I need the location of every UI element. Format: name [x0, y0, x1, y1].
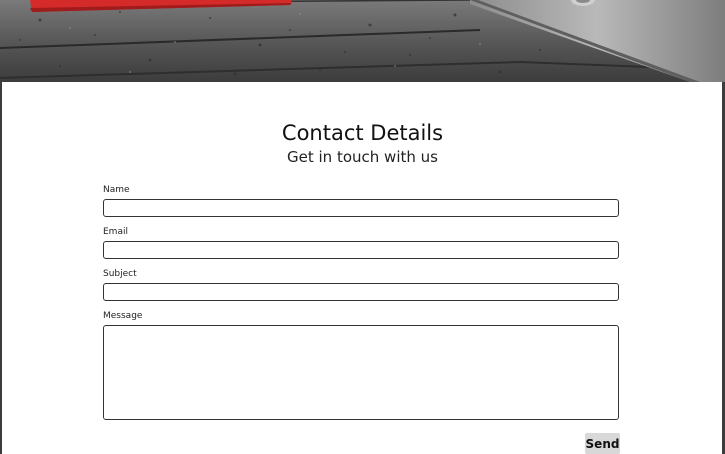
contact-form-section: Contact Details Get in touch with us Nam… [0, 82, 725, 454]
send-button[interactable]: Send [585, 433, 620, 454]
contact-subtitle: Get in touch with us [287, 148, 438, 166]
message-field[interactable] [103, 325, 619, 420]
message-label: Message [103, 311, 143, 321]
hero-photo [0, 0, 725, 82]
subject-label: Subject [103, 269, 137, 279]
subject-field[interactable] [103, 283, 619, 301]
email-field[interactable] [103, 241, 619, 259]
name-label: Name [103, 185, 130, 195]
name-field[interactable] [103, 199, 619, 217]
contact-page: Contact Details Get in touch with us Nam… [0, 0, 725, 454]
contact-title: Contact Details [281, 121, 444, 145]
email-label: Email [103, 227, 128, 237]
hero-photo-graphic [0, 0, 725, 82]
